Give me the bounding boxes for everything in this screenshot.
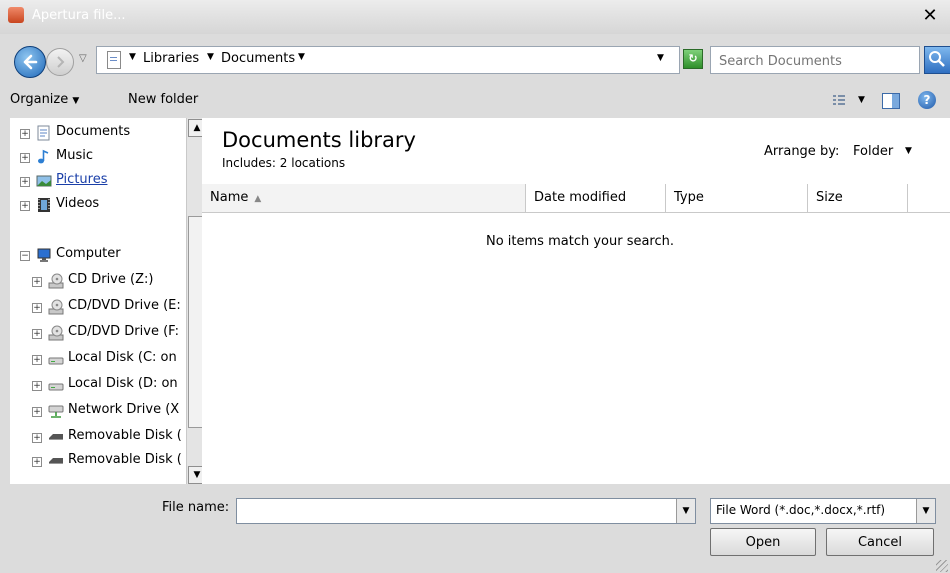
navigation-pane[interactable]: + Documents + Music + Pictures + Videos … <box>10 118 206 484</box>
column-label: Name <box>210 190 249 205</box>
back-button[interactable] <box>14 46 46 78</box>
search-box[interactable] <box>710 46 920 74</box>
chevron-down-icon: ▼ <box>72 96 80 106</box>
breadcrumb-root-arrow-icon[interactable]: ▼ <box>129 52 136 62</box>
nav-item-label: Removable Disk ( <box>68 452 182 467</box>
empty-results-message: No items match your search. <box>486 234 675 249</box>
expand-icon[interactable]: + <box>32 303 42 313</box>
window-title: Apertura file... <box>32 8 126 23</box>
documents-small-icon <box>107 51 121 69</box>
arrange-by-dropdown[interactable]: Folder <box>853 144 893 159</box>
cancel-button[interactable]: Cancel <box>826 528 934 556</box>
expand-icon[interactable]: + <box>32 381 42 391</box>
app-icon <box>8 7 24 23</box>
file-type-value: File Word (*.doc,*.docx,*.rtf) <box>716 503 886 517</box>
nav-item-label: Documents <box>56 124 131 139</box>
local-disk-icon <box>48 383 64 391</box>
dialog-footer: File name: ▼ File Word (*.doc,*.docx,*.r… <box>0 484 950 573</box>
search-button[interactable] <box>924 46 950 74</box>
nav-item-label: Local Disk (D: on <box>68 376 178 391</box>
change-view-icon[interactable] <box>832 93 846 107</box>
open-file-dialog: Apertura file... ✕ ▽ ▼ Libraries ▼ Docum… <box>0 0 950 573</box>
nav-item-label: Removable Disk ( <box>68 428 182 443</box>
expand-icon[interactable]: + <box>32 433 42 443</box>
search-icon <box>929 51 945 67</box>
network-drive-icon <box>48 405 64 418</box>
address-history-dropdown-icon[interactable]: ▼ <box>657 53 664 63</box>
file-list-pane[interactable]: Documents library Includes: 2 locations … <box>202 118 950 484</box>
removable-disk-icon <box>49 458 63 464</box>
column-header-row: Name ▲ Date modified Type Size <box>202 184 950 213</box>
organize-button[interactable]: Organize ▼ <box>10 92 79 107</box>
column-header-name[interactable]: Name ▲ <box>202 184 526 212</box>
sort-ascending-icon: ▲ <box>254 194 262 204</box>
column-header-type[interactable]: Type <box>666 184 808 212</box>
breadcrumb-arrow-icon[interactable]: ▼ <box>207 52 214 62</box>
expand-icon[interactable]: + <box>20 129 30 139</box>
cd-drive-icon <box>48 299 64 315</box>
nav-item-label: Pictures <box>56 172 108 187</box>
column-header-size[interactable]: Size <box>808 184 908 212</box>
nav-item-label: Videos <box>56 196 100 211</box>
open-button[interactable]: Open <box>710 528 816 556</box>
view-options-dropdown-icon[interactable]: ▼ <box>858 95 865 105</box>
preview-pane-icon[interactable] <box>882 93 900 109</box>
expand-icon[interactable]: + <box>20 201 30 211</box>
chevron-down-icon[interactable]: ▼ <box>676 499 695 523</box>
file-type-select[interactable]: File Word (*.doc,*.docx,*.rtf) ▼ <box>710 498 936 524</box>
resize-grip-icon[interactable] <box>936 560 948 572</box>
collapse-icon[interactable]: − <box>20 251 30 261</box>
cd-drive-icon <box>48 273 64 289</box>
expand-icon[interactable]: + <box>32 329 42 339</box>
breadcrumb-arrow-icon[interactable]: ▼ <box>298 52 305 62</box>
file-name-combobox[interactable]: ▼ <box>236 498 696 524</box>
address-row: ▽ ▼ Libraries ▼ Documents ▼ ▼ ↻ <box>0 34 950 82</box>
file-name-input[interactable] <box>241 500 675 522</box>
nav-item-label: Music <box>56 148 93 163</box>
videos-library-icon <box>38 198 50 212</box>
new-folder-button[interactable]: New folder <box>128 92 198 107</box>
expand-icon[interactable]: + <box>32 407 42 417</box>
recent-pages-icon[interactable]: ▽ <box>79 53 87 64</box>
expand-icon[interactable]: + <box>20 177 30 187</box>
breadcrumb-documents[interactable]: Documents <box>221 51 295 66</box>
nav-item-label: Local Disk (C: on <box>68 350 177 365</box>
library-locations-link[interactable]: Includes: 2 locations <box>222 156 345 170</box>
pictures-library-icon <box>36 175 52 187</box>
cd-drive-icon <box>48 325 64 341</box>
nav-item-label: Network Drive (X <box>68 402 180 417</box>
music-note-icon <box>38 149 49 164</box>
nav-item-label: Computer <box>56 246 121 261</box>
forward-button[interactable] <box>46 48 74 76</box>
computer-icon <box>37 248 51 262</box>
address-bar[interactable]: ▼ Libraries ▼ Documents ▼ ▼ <box>96 46 680 74</box>
forward-arrow-icon <box>57 56 65 68</box>
title-bar[interactable]: Apertura file... ✕ <box>0 0 950 34</box>
back-arrow-icon <box>23 54 38 70</box>
command-bar: Organize ▼ New folder ▼ ? <box>0 82 950 118</box>
chevron-down-icon[interactable]: ▼ <box>916 499 935 523</box>
arrange-by-label: Arrange by: <box>764 144 840 159</box>
close-button[interactable]: ✕ <box>914 4 946 28</box>
documents-library-icon <box>37 125 50 141</box>
nav-item-label: CD Drive (Z:) <box>68 272 154 287</box>
organize-label: Organize <box>10 92 69 107</box>
removable-disk-icon <box>49 434 63 440</box>
breadcrumb-libraries[interactable]: Libraries <box>143 51 199 66</box>
expand-icon[interactable]: + <box>20 153 30 163</box>
search-input[interactable] <box>717 49 911 73</box>
chevron-down-icon[interactable]: ▼ <box>905 146 912 156</box>
file-name-label: File name: <box>162 500 230 515</box>
nav-item-label: CD/DVD Drive (E: <box>68 298 181 313</box>
nav-item-label: CD/DVD Drive (F: <box>68 324 179 339</box>
expand-icon[interactable]: + <box>32 355 42 365</box>
library-title: Documents library <box>222 128 416 152</box>
local-disk-icon <box>48 357 64 365</box>
expand-icon[interactable]: + <box>32 277 42 287</box>
expand-icon[interactable]: + <box>32 457 42 467</box>
column-header-date-modified[interactable]: Date modified <box>526 184 666 212</box>
refresh-icon[interactable]: ↻ <box>683 49 703 69</box>
help-icon[interactable]: ? <box>918 91 936 109</box>
